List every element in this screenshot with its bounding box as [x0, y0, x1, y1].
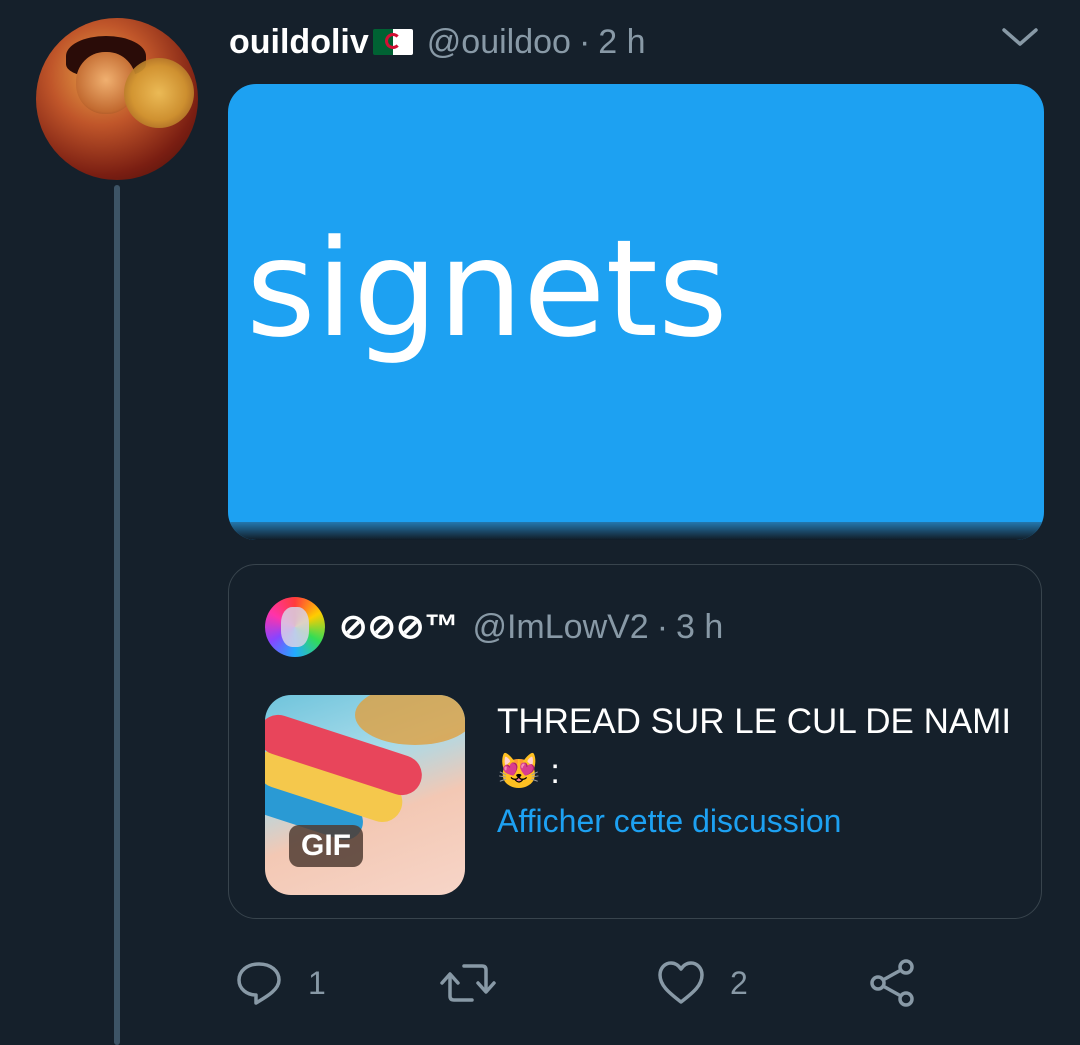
tweet-actions: 1 2	[228, 950, 1028, 1020]
quoted-author-name: ⊘⊘⊘™	[339, 608, 459, 646]
quoted-gif-thumbnail[interactable]: GIF	[265, 695, 465, 895]
tweet-time[interactable]: 2 h	[598, 23, 645, 62]
quoted-tweet-time: 3 h	[676, 607, 724, 646]
media-text: signets	[246, 211, 728, 367]
like-button[interactable]: 2	[656, 958, 748, 1008]
media-bottom-edge	[228, 522, 1044, 540]
tweet-header: ouildoliv @ouildoo · 2 h	[229, 20, 646, 64]
quoted-tweet-header: ⊘⊘⊘™ @ImLowV2 · 3 h	[339, 607, 723, 647]
avatar-straw-hat	[124, 58, 194, 128]
thread-line	[114, 185, 120, 1045]
thumbnail-hair	[355, 695, 465, 745]
chevron-down-icon[interactable]	[1000, 22, 1040, 52]
author-name[interactable]: ouildoliv	[229, 23, 369, 62]
gif-badge: GIF	[289, 825, 363, 867]
author-handle[interactable]: @ouildoo	[427, 23, 571, 62]
quoted-tweet-card[interactable]: ⊘⊘⊘™ @ImLowV2 · 3 h GIF THREAD SUR LE CU…	[228, 564, 1042, 919]
separator-dot: ·	[656, 607, 669, 646]
retweet-button[interactable]	[440, 958, 520, 1008]
tweet-media-image[interactable]: signets	[228, 84, 1044, 540]
retweet-icon	[440, 958, 496, 1008]
separator-dot: ·	[578, 22, 591, 61]
reply-icon	[234, 958, 284, 1008]
quoted-author-handle: @ImLowV2	[472, 607, 649, 646]
like-count: 2	[730, 964, 748, 1001]
quoted-avatar[interactable]	[265, 597, 325, 657]
share-button[interactable]	[868, 958, 918, 1008]
share-icon	[868, 958, 918, 1008]
reply-count: 1	[308, 964, 326, 1001]
quoted-tweet-text: THREAD SUR LE CUL DE NAMI 😻 :	[497, 702, 1012, 791]
algeria-flag-icon	[372, 29, 413, 55]
like-icon	[656, 958, 706, 1008]
show-thread-link[interactable]: Afficher cette discussion	[497, 803, 841, 840]
reply-button[interactable]: 1	[234, 958, 326, 1008]
author-avatar[interactable]	[36, 18, 198, 180]
